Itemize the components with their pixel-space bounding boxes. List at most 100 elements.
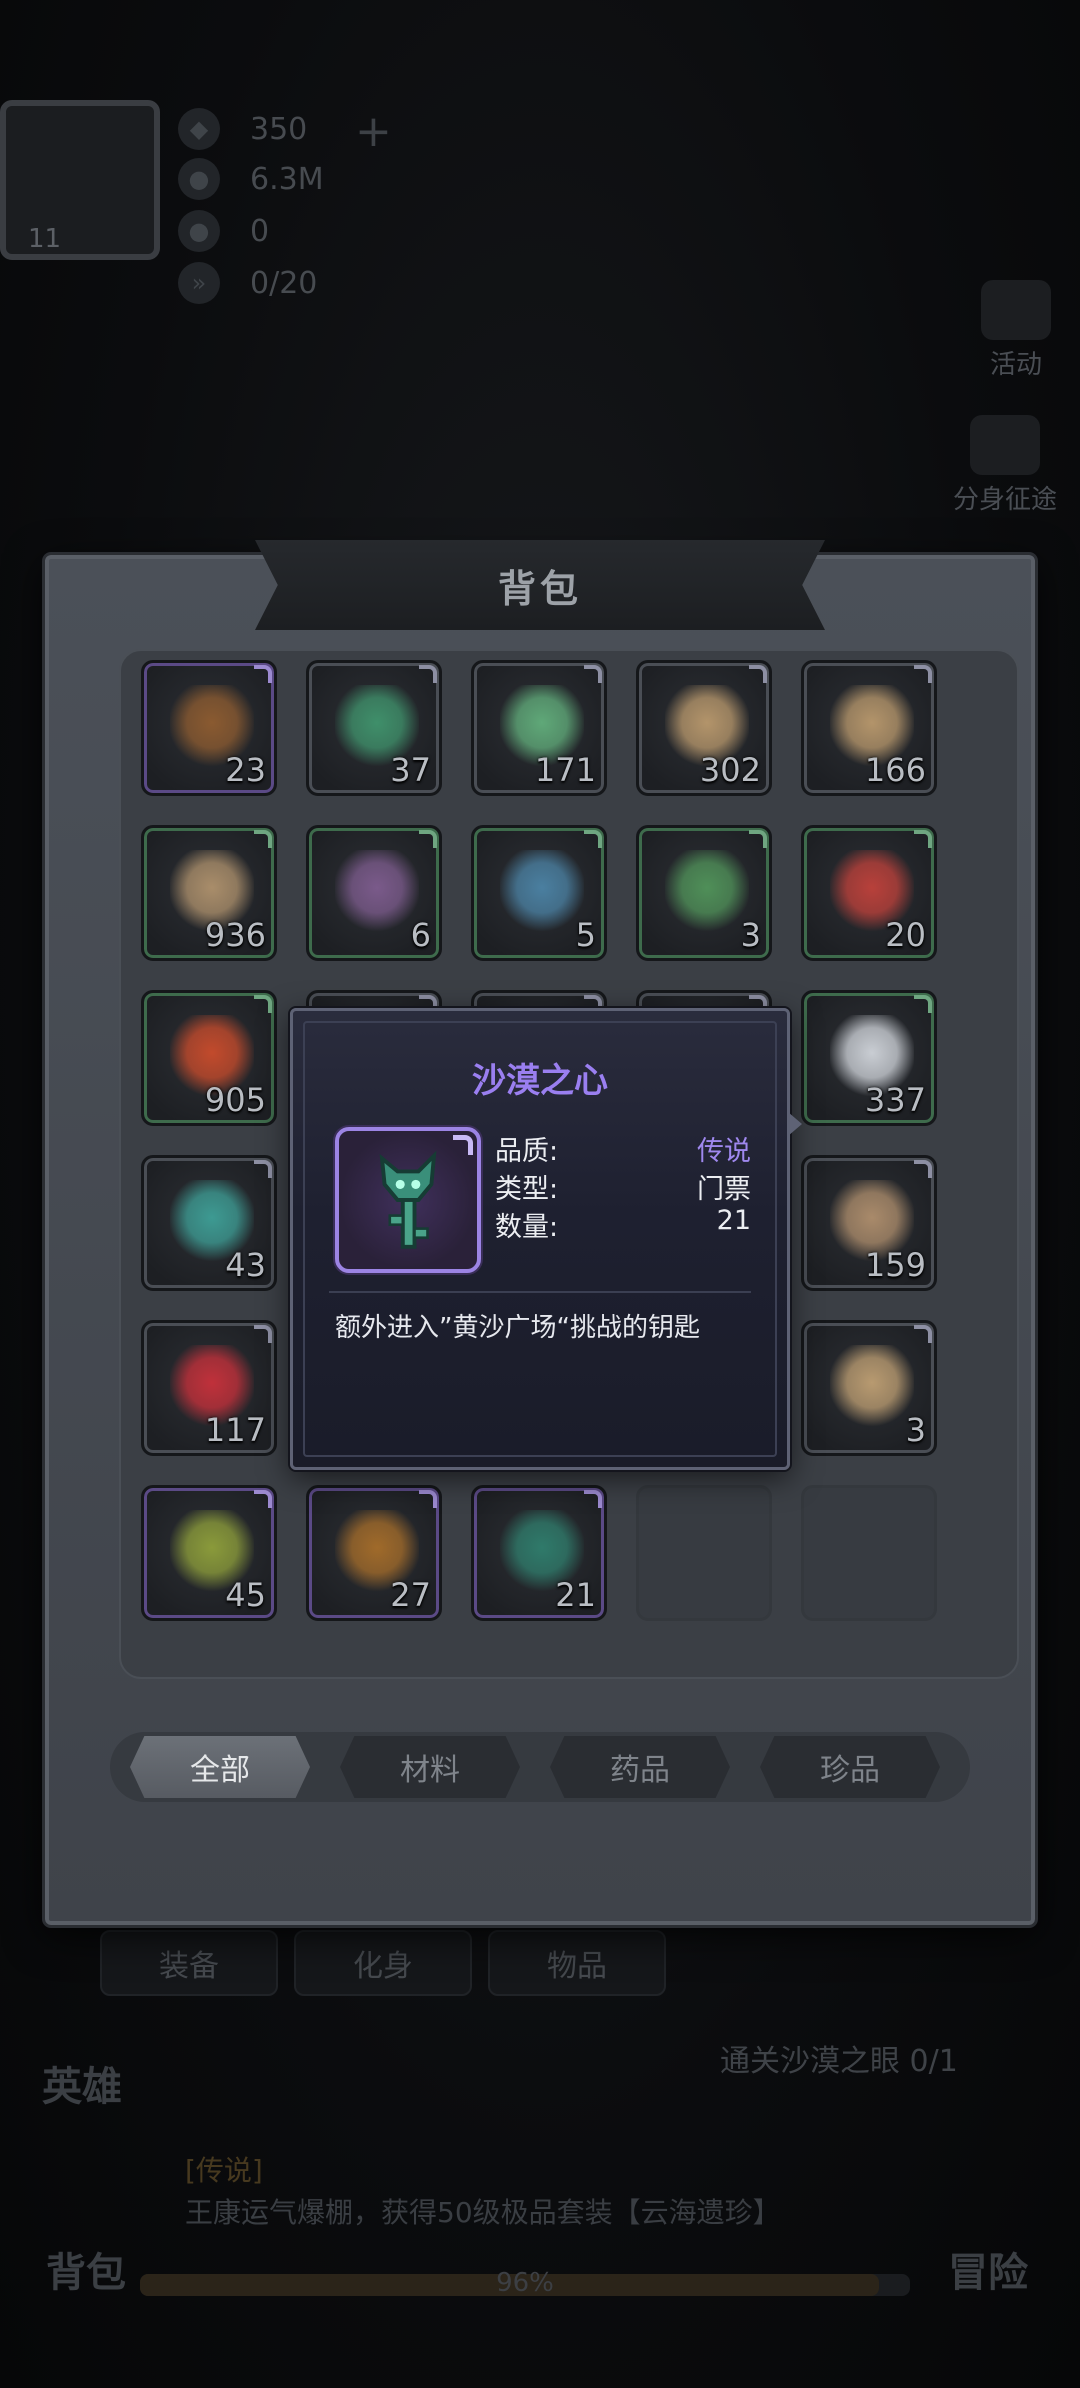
backpack-title-ribbon: 背包 xyxy=(255,540,825,630)
type-label: 类型: xyxy=(495,1174,559,1205)
stamina-icon: » xyxy=(178,262,220,304)
quality-corner-mark xyxy=(419,665,437,683)
arena-button[interactable]: 分身征途 xyxy=(930,415,1080,516)
quality-corner-mark xyxy=(254,665,272,683)
item-count: 905 xyxy=(204,1081,266,1119)
item-slot-blue-rune-compass[interactable]: 5 xyxy=(471,825,607,961)
nav-adventure[interactable]: 冒险 xyxy=(948,2240,1028,2298)
item-slot-sword-scroll[interactable]: 302 xyxy=(636,660,772,796)
quality-corner-mark xyxy=(914,830,932,848)
item-count: 27 xyxy=(390,1576,431,1614)
diamond-value: 350 xyxy=(250,111,308,147)
item-slot-teal-shield-gem[interactable]: 43 xyxy=(141,1155,277,1291)
quality-corner-mark xyxy=(584,665,602,683)
tooltip-divider xyxy=(329,1291,751,1293)
green-rune-ring-icon xyxy=(665,850,749,934)
tab-equipment[interactable]: 装备 xyxy=(100,1930,278,1996)
activity-label: 活动 xyxy=(989,350,1042,380)
item-count: 936 xyxy=(204,916,266,954)
tab-avatar[interactable]: 化身 xyxy=(294,1930,472,1996)
item-slot-green-rune-ring[interactable]: 3 xyxy=(636,825,772,961)
item-count: 5 xyxy=(575,916,596,954)
type-value: 门票 xyxy=(697,1174,751,1205)
item-slot-green-crystal-chest[interactable]: 37 xyxy=(306,660,442,796)
item-slot-red-crest-badge[interactable]: 905 xyxy=(141,990,277,1126)
quality-corner-mark xyxy=(914,1160,932,1178)
purple-rune-compass-icon xyxy=(335,850,419,934)
arena-icon xyxy=(970,415,1040,475)
quality-corner-mark xyxy=(419,830,437,848)
quest-tracker[interactable]: 通关沙漠之眼 0/1 xyxy=(720,2036,958,2080)
filter-potions-tab[interactable]: 药品 xyxy=(550,1736,730,1798)
filter-materials-tab[interactable]: 材料 xyxy=(340,1736,520,1798)
quality-corner-mark xyxy=(749,830,767,848)
item-slot-sand-shell[interactable]: 159 xyxy=(801,1155,937,1291)
item-count: 3 xyxy=(740,916,761,954)
item-slot-green-shard[interactable]: 171 xyxy=(471,660,607,796)
item-slot-ancient-scroll[interactable]: 3 xyxy=(801,1320,937,1456)
chat-broadcast: [传说] 王康运气爆棚，获得50级极品套装【云海遗珍】 xyxy=(185,2150,905,2234)
item-count: 302 xyxy=(699,751,761,789)
arena-label: 分身征途 xyxy=(952,485,1057,515)
item-count: 43 xyxy=(225,1246,266,1284)
nav-hero[interactable]: 英雄 xyxy=(42,2054,122,2112)
quality-corner-mark xyxy=(914,995,932,1013)
quality-corner-mark xyxy=(749,665,767,683)
item-count: 171 xyxy=(534,751,596,789)
item-count: 37 xyxy=(390,751,431,789)
item-slot-desert-heart-key[interactable]: 21 xyxy=(471,1485,607,1621)
ancient-scroll-icon xyxy=(830,1345,914,1429)
item-slot-red-shield-gem[interactable]: 20 xyxy=(801,825,937,961)
item-count: 159 xyxy=(864,1246,926,1284)
empty-slot xyxy=(636,1485,772,1621)
item-slot-purple-rune-compass[interactable]: 6 xyxy=(306,825,442,961)
inventory-tabs: 装备 化身 物品 xyxy=(100,1930,666,1996)
tooltip-count-row: 数量: 21 xyxy=(495,1205,751,1244)
desert-heart-key-icon xyxy=(379,1150,437,1249)
count-label: 数量: xyxy=(495,1212,559,1243)
quality-corner-mark xyxy=(254,995,272,1013)
chat-text: 王康运气爆棚，获得50级极品套装【云海遗珍】 xyxy=(185,2196,781,2229)
quality-corner-mark xyxy=(254,1160,272,1178)
quality-corner-mark xyxy=(584,1490,602,1508)
player-avatar[interactable] xyxy=(0,100,160,260)
item-count: 23 xyxy=(225,751,266,789)
quality-value: 传说 xyxy=(697,1136,751,1167)
filter-treasures-tab[interactable]: 珍品 xyxy=(760,1736,940,1798)
nav-backpack[interactable]: 背包 xyxy=(46,2240,126,2298)
tooltip-arrow xyxy=(788,1112,802,1136)
item-slot-winged-boots[interactable]: 23 xyxy=(141,660,277,796)
item-slot-red-card[interactable]: 117 xyxy=(141,1320,277,1456)
item-count: 117 xyxy=(204,1411,266,1449)
tooltip-description: 额外进入”黄沙广场“挑战的钥匙 xyxy=(335,1313,700,1343)
tooltip-item-icon xyxy=(335,1127,481,1273)
chat-prefix: [传说] xyxy=(185,2154,263,2187)
item-count: 337 xyxy=(864,1081,926,1119)
item-slot-sword-scroll-2[interactable]: 166 xyxy=(801,660,937,796)
blue-rune-compass-icon xyxy=(500,850,584,934)
token-icon: ● xyxy=(178,210,220,252)
item-slot-white-crystal-pile[interactable]: 337 xyxy=(801,990,937,1126)
top-hud: 11 ◆ 350 + ● 6.3M ● 0 » 0/20 活动 xyxy=(0,0,1080,380)
filter-all-tab[interactable]: 全部 xyxy=(130,1736,310,1798)
quality-corner-mark xyxy=(254,1325,272,1343)
activity-button[interactable]: 活动 xyxy=(966,280,1066,381)
resource-gold: ● 6.3M xyxy=(178,158,324,200)
tooltip-type-row: 类型: 门票 xyxy=(495,1167,751,1206)
item-slot-green-key[interactable]: 45 xyxy=(141,1485,277,1621)
gold-coin-icon: ● xyxy=(178,158,220,200)
resource-diamond: ◆ 350 xyxy=(178,108,307,150)
tab-items[interactable]: 物品 xyxy=(488,1930,666,1996)
add-diamond-icon[interactable]: + xyxy=(355,110,395,154)
item-slot-orange-key[interactable]: 27 xyxy=(306,1485,442,1621)
item-count: 166 xyxy=(864,751,926,789)
quality-corner-mark xyxy=(419,1490,437,1508)
item-slot-parchment[interactable]: 936 xyxy=(141,825,277,961)
quality-label: 品质: xyxy=(495,1136,559,1167)
item-tooltip: 沙漠之心 品质: 传说 类型: 门票 数量: 21 额外进入”黄沙广场“挑战的钥… xyxy=(290,1008,790,1470)
experience-bar: 96% xyxy=(140,2268,910,2298)
quality-corner-mark xyxy=(914,1325,932,1343)
experience-text: 96% xyxy=(496,2268,554,2298)
token-value: 0 xyxy=(250,213,270,249)
quality-corner-mark xyxy=(584,830,602,848)
